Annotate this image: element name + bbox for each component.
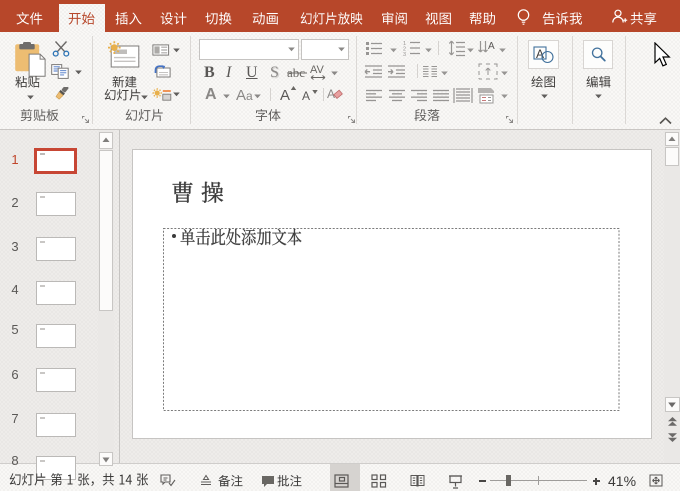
svg-text:A: A [302, 89, 310, 103]
svg-text:A: A [488, 41, 495, 52]
svg-text:A: A [327, 87, 335, 101]
svg-text:3: 3 [403, 52, 406, 56]
svg-text:A: A [280, 87, 290, 103]
svg-text:AV: AV [310, 64, 325, 76]
